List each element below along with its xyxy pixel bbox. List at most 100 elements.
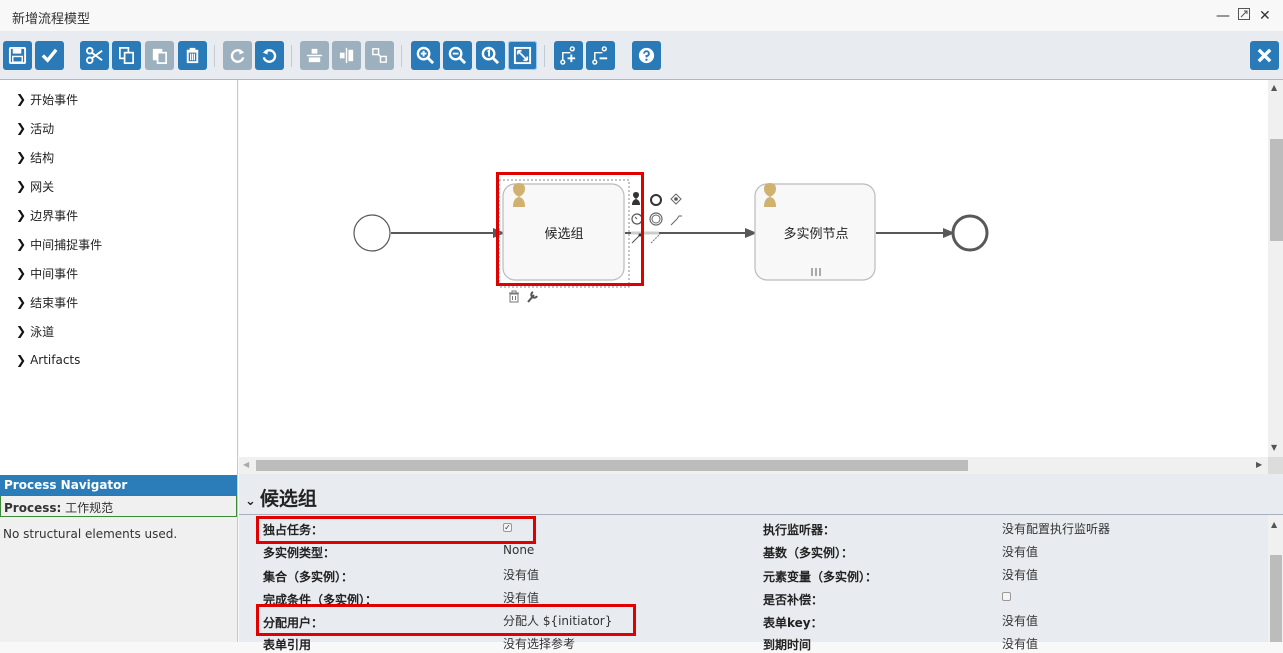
validate-button[interactable] (35, 41, 64, 70)
zoom-fit-icon (513, 46, 532, 65)
paste-button[interactable] (145, 41, 174, 70)
window-title: 新增流程模型 (12, 12, 91, 27)
properties-panel: ⌄ 候选组 独占任务： ✓ 多实例类型： None 集合（多实例）： 没有值 完成… (239, 474, 1283, 652)
zoom-fit-button[interactable] (508, 41, 537, 70)
palette-group[interactable]: ❯ Artifacts (16, 350, 80, 370)
chevron-right-icon: ❯ (16, 179, 27, 193)
property-value[interactable]: 没有配置执行监听器 (1002, 520, 1110, 537)
scroll-right-icon[interactable]: ▶ (1256, 460, 1262, 469)
property-checkbox-compensation[interactable] (1002, 590, 1011, 604)
chevron-right-icon: ❯ (16, 295, 27, 309)
align-horizontal-button[interactable] (332, 41, 361, 70)
property-value[interactable]: 没有值 (503, 566, 539, 583)
same-size-button[interactable] (365, 41, 394, 70)
checkbox-checked[interactable]: ✓ (503, 523, 512, 532)
zoom-out-button[interactable] (443, 41, 472, 70)
navigator-process[interactable]: Process: 工作规范 (0, 495, 237, 517)
palette-group[interactable]: ❯ 泳道 (16, 321, 54, 341)
minimize-icon[interactable]: — (1216, 8, 1230, 24)
align-vertical-button[interactable] (300, 41, 329, 70)
scroll-left-icon[interactable]: ◀ (243, 460, 249, 469)
help-icon (638, 47, 655, 64)
property-value[interactable]: 没有选择参考 (503, 635, 575, 652)
remove-bendpoint-button[interactable] (586, 41, 615, 70)
user-task-candidate-group[interactable]: 候选组 (502, 183, 625, 281)
quick-association-icon[interactable] (670, 215, 682, 226)
scroll-thumb[interactable] (256, 460, 968, 471)
user-task-multi-instance[interactable]: 多实例节点 (754, 183, 876, 281)
cut-button[interactable] (80, 41, 109, 70)
zoom-in-button[interactable] (411, 41, 440, 70)
help-button[interactable] (632, 41, 661, 70)
canvas-vertical-scrollbar[interactable]: ▲ ▼ (1268, 80, 1283, 457)
chevron-right-icon: ❯ (16, 208, 27, 222)
chevron-right-icon: ❯ (16, 353, 27, 367)
property-label: 表单引用 (263, 638, 312, 652)
process-navigator: Process Navigator Process: 工作规范 No struc… (0, 475, 238, 642)
palette-group[interactable]: ❯ 结束事件 (16, 292, 78, 312)
undo-button[interactable] (255, 41, 284, 70)
palette-group[interactable]: ❯ 网关 (16, 176, 54, 196)
floppy-icon (8, 46, 27, 65)
palette-group[interactable]: ❯ 中间事件 (16, 263, 78, 283)
divider (239, 514, 1283, 515)
property-label: 分配用户： (263, 616, 324, 630)
chevron-right-icon: ❯ (16, 121, 27, 135)
quick-user-task-icon[interactable] (632, 192, 640, 205)
palette-group[interactable]: ❯ 中间捕捉事件 (16, 234, 102, 254)
property-value[interactable]: 没有值 (1002, 635, 1038, 652)
scissors-icon (85, 46, 103, 65)
palette-group[interactable]: ❯ 开始事件 (16, 89, 78, 109)
check-icon (41, 48, 58, 63)
quick-message-flow-icon[interactable] (650, 233, 661, 244)
property-label: 是否补偿： (763, 593, 824, 607)
scroll-up-icon[interactable]: ▲ (1271, 83, 1277, 92)
zoom-actual-button[interactable] (476, 41, 505, 70)
property-value[interactable]: 分配人 ${initiator} (503, 612, 612, 629)
property-value[interactable]: 没有值 (1002, 543, 1038, 560)
properties-scrollbar[interactable]: ▲ (1268, 515, 1283, 642)
property-checkbox-exclusive[interactable]: ✓ (503, 519, 512, 533)
delete-button[interactable] (178, 41, 207, 70)
chevron-right-icon: ❯ (16, 237, 27, 251)
maximize-icon[interactable] (1238, 8, 1250, 24)
quick-end-event-icon[interactable] (650, 194, 662, 206)
close-window-icon[interactable]: ✕ (1259, 8, 1271, 24)
toolbar-separator (291, 45, 292, 67)
paste-icon (152, 48, 168, 64)
undo-icon (262, 48, 277, 63)
start-event[interactable] (353, 214, 391, 252)
close-editor-button[interactable] (1250, 41, 1279, 70)
save-button[interactable] (3, 41, 32, 70)
wrench-icon[interactable] (527, 291, 538, 303)
property-value[interactable]: 没有值 (1002, 612, 1038, 629)
palette-group[interactable]: ❯ 边界事件 (16, 205, 78, 225)
task-label: 多实例节点 (783, 226, 848, 242)
delete-element-icon[interactable] (509, 290, 519, 303)
end-event[interactable] (951, 214, 989, 252)
property-label: 多实例类型： (263, 546, 336, 560)
property-value[interactable]: None (503, 543, 534, 557)
redo-button[interactable] (223, 41, 252, 70)
scroll-thumb[interactable] (1270, 139, 1283, 241)
add-bendpoint-button[interactable] (554, 41, 583, 70)
quick-sequence-flow-icon[interactable] (631, 234, 641, 244)
diagram-canvas[interactable]: 候选组 多实例节点 (239, 80, 1268, 457)
checkbox-unchecked[interactable] (1002, 592, 1011, 601)
scroll-down-icon[interactable]: ▼ (1271, 443, 1277, 452)
palette-group[interactable]: ❯ 活动 (16, 118, 54, 138)
copy-button[interactable] (112, 41, 141, 70)
task-label: 候选组 (544, 227, 583, 242)
chevron-right-icon: ❯ (16, 266, 27, 280)
toolbar-separator (544, 45, 545, 67)
property-value[interactable]: 没有值 (503, 589, 539, 606)
scroll-up-icon[interactable]: ▲ (1271, 520, 1277, 529)
trash-icon (186, 47, 199, 64)
scroll-thumb[interactable] (1270, 555, 1282, 642)
canvas-horizontal-scrollbar[interactable]: ◀ ▶ (239, 457, 1268, 474)
property-value[interactable]: 没有值 (1002, 566, 1038, 583)
navigator-empty-text: No structural elements used. (3, 527, 178, 541)
bendpoint-add-icon (560, 46, 576, 65)
palette-group[interactable]: ❯ 结构 (16, 147, 54, 167)
properties-title[interactable]: ⌄ 候选组 (245, 484, 317, 511)
